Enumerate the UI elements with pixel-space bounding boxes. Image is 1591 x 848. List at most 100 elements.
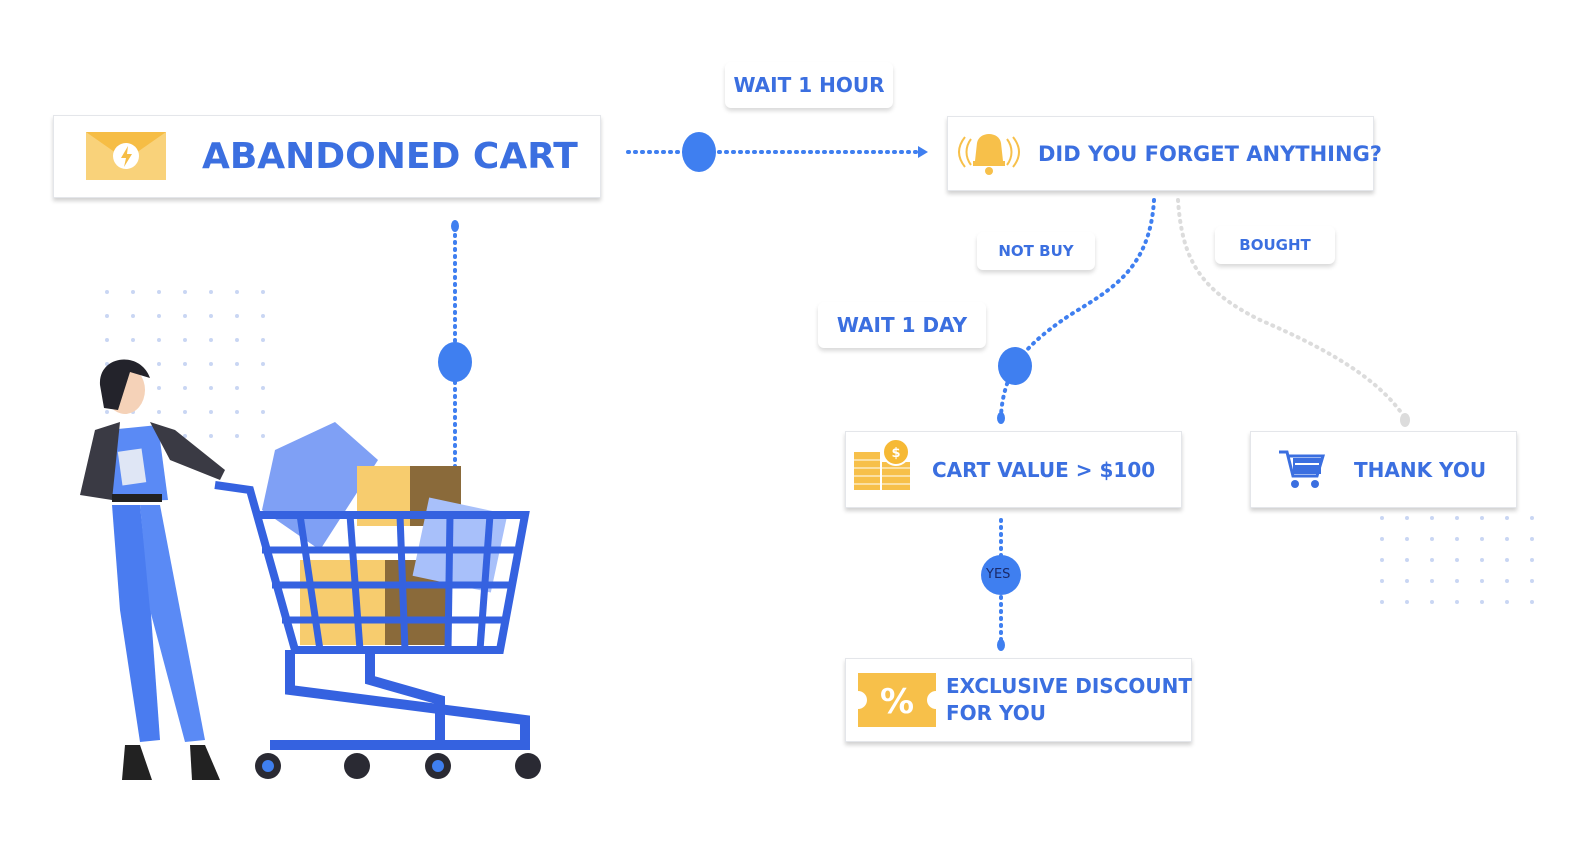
percent-ticket-icon: % xyxy=(858,673,936,727)
grid-dot xyxy=(1405,516,1409,520)
shopping-cart-icon xyxy=(1279,450,1326,488)
shopping-cart-illustration xyxy=(214,422,541,779)
grid-dot xyxy=(1405,579,1409,583)
grid-dot xyxy=(1405,537,1409,541)
grid-dot xyxy=(261,410,265,414)
grid-dot xyxy=(1505,600,1509,604)
grid-dot xyxy=(105,314,109,318)
grid-dot xyxy=(209,434,213,438)
grid-dot xyxy=(1405,558,1409,562)
grid-dot xyxy=(157,362,161,366)
grid-dot xyxy=(1380,558,1384,562)
grid-dot xyxy=(105,290,109,294)
grid-dot xyxy=(261,362,265,366)
grid-dot xyxy=(1380,516,1384,520)
grid-dot xyxy=(261,314,265,318)
grid-dot xyxy=(157,410,161,414)
grid-dot xyxy=(261,434,265,438)
grid-dot xyxy=(235,386,239,390)
grid-dot xyxy=(157,314,161,318)
cart-value-node[interactable]: $ CART VALUE > $100 xyxy=(845,431,1182,508)
grid-dot xyxy=(157,290,161,294)
grid-dot xyxy=(1480,537,1484,541)
discount-label-line1: EXCLUSIVE DISCOUNT xyxy=(946,674,1193,698)
grid-dot xyxy=(1380,579,1384,583)
abandoned-cart-node[interactable]: ABANDONED CART xyxy=(53,115,601,198)
grid-dot xyxy=(235,338,239,342)
cart-value-label: CART VALUE > $100 xyxy=(932,457,1156,482)
grid-dot xyxy=(1480,516,1484,520)
grid-dot xyxy=(235,362,239,366)
grid-dot xyxy=(183,290,187,294)
grid-dot xyxy=(235,290,239,294)
bought-label: BOUGHT xyxy=(1215,226,1335,264)
grid-dot xyxy=(131,338,135,342)
grid-dot xyxy=(1505,579,1509,583)
thank-you-node[interactable]: THANK YOU xyxy=(1250,431,1517,508)
grid-dot xyxy=(183,386,187,390)
grid-dot xyxy=(209,410,213,414)
grid-dot xyxy=(183,362,187,366)
grid-dot xyxy=(157,386,161,390)
grid-dot xyxy=(1405,600,1409,604)
grid-dot xyxy=(1530,537,1534,541)
abandoned-cart-label: ABANDONED CART xyxy=(202,136,578,177)
grid-dot xyxy=(1530,558,1534,562)
grid-dot xyxy=(1505,537,1509,541)
svg-text:%: % xyxy=(880,682,914,722)
grid-dot xyxy=(105,338,109,342)
grid-dot xyxy=(235,410,239,414)
yes-label: YES xyxy=(986,567,1011,582)
discount-label-line2: FOR YOU xyxy=(946,701,1047,725)
bought-text: BOUGHT xyxy=(1239,236,1311,254)
coins-icon: $ xyxy=(854,438,910,490)
grid-dot xyxy=(209,362,213,366)
grid-dot xyxy=(183,338,187,342)
wait-hour-label: WAIT 1 HOUR xyxy=(725,62,893,108)
grid-dot xyxy=(209,338,213,342)
arrow-head xyxy=(451,220,459,232)
wait-hour-text: WAIT 1 HOUR xyxy=(733,73,885,97)
grid-dot xyxy=(1530,579,1534,583)
arrow-head xyxy=(997,639,1005,651)
lightning-envelope-icon xyxy=(86,132,166,180)
grid-dot xyxy=(1480,558,1484,562)
grid-dot xyxy=(183,314,187,318)
grid-dot xyxy=(1455,537,1459,541)
reminder-label: DID YOU FORGET ANYTHING? xyxy=(1038,141,1382,166)
arrow-head xyxy=(918,146,928,158)
grid-dot xyxy=(1430,558,1434,562)
grid-dot xyxy=(1480,579,1484,583)
reminder-node[interactable]: DID YOU FORGET ANYTHING? xyxy=(947,116,1382,191)
start-node[interactable] xyxy=(438,342,472,382)
dot-grid-right xyxy=(1380,516,1534,604)
grid-dot xyxy=(1455,558,1459,562)
grid-dot xyxy=(131,314,135,318)
grid-dot xyxy=(157,338,161,342)
grid-dot xyxy=(1430,600,1434,604)
wait-day-label: WAIT 1 DAY xyxy=(818,302,986,348)
grid-dot xyxy=(131,290,135,294)
grid-dot xyxy=(1380,537,1384,541)
grid-dot xyxy=(209,290,213,294)
grid-dot xyxy=(1530,600,1534,604)
grid-dot xyxy=(1505,516,1509,520)
grid-dot xyxy=(261,338,265,342)
bell-icon xyxy=(958,134,1020,175)
grid-dot xyxy=(261,386,265,390)
wait-hour-node[interactable] xyxy=(682,132,716,172)
grid-dot xyxy=(261,290,265,294)
discount-node[interactable]: % EXCLUSIVE DISCOUNT FOR YOU xyxy=(845,658,1192,742)
grid-dot xyxy=(1430,537,1434,541)
grid-dot xyxy=(1480,600,1484,604)
woman-illustration xyxy=(80,359,225,780)
svg-text:$: $ xyxy=(891,446,900,461)
grid-dot xyxy=(1530,516,1534,520)
wait-day-node[interactable] xyxy=(998,347,1032,385)
grid-dot xyxy=(1430,579,1434,583)
thank-you-label: THANK YOU xyxy=(1354,457,1487,482)
grid-dot xyxy=(1455,579,1459,583)
grid-dot xyxy=(105,410,109,414)
grid-dot xyxy=(183,410,187,414)
grid-dot xyxy=(235,434,239,438)
